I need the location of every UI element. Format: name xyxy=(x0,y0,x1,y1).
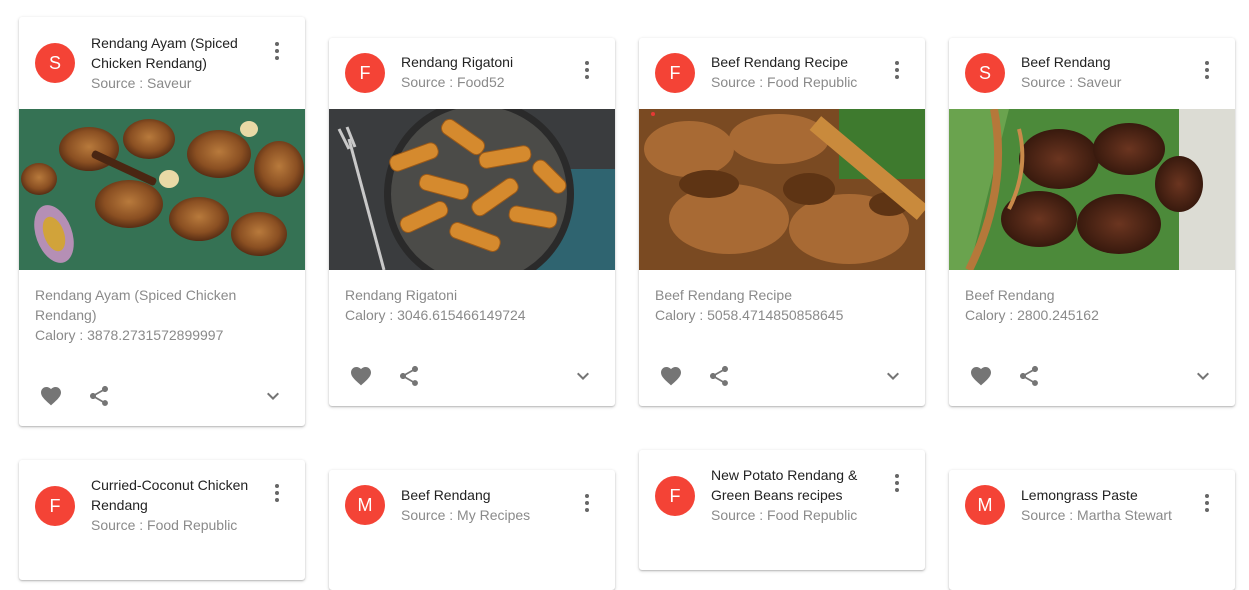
card-header: M Lemongrass Paste Source : Martha Stewa… xyxy=(949,470,1235,541)
indicator-dot xyxy=(651,112,655,116)
favorite-icon[interactable] xyxy=(349,364,373,388)
card-actions xyxy=(949,348,1235,406)
avatar: F xyxy=(655,53,695,93)
card-title: Beef Rendang xyxy=(1021,54,1111,70)
avatar: S xyxy=(35,43,75,83)
card-actions xyxy=(19,368,305,426)
avatar: F xyxy=(655,476,695,516)
favorite-icon[interactable] xyxy=(659,364,683,388)
recipe-calory: Calory : 3878.2731572899997 xyxy=(35,327,224,343)
card-actions xyxy=(639,348,925,406)
recipe-card: F New Potato Rendang & Green Beans recip… xyxy=(639,450,925,570)
card-header: S Rendang Ayam (Spiced Chicken Rendang) … xyxy=(19,17,305,109)
card-title: Lemongrass Paste xyxy=(1021,487,1138,503)
card-title: New Potato Rendang & Green Beans recipes xyxy=(711,467,858,503)
card-header: S Beef Rendang Source : Saveur xyxy=(949,38,1235,109)
favorite-icon[interactable] xyxy=(39,384,63,408)
card-title: Rendang Rigatoni xyxy=(401,54,514,70)
avatar: M xyxy=(345,485,385,525)
recipe-name: Beef Rendang xyxy=(965,287,1055,303)
card-source: Source : Martha Stewart xyxy=(1021,507,1172,523)
recipe-card: M Lemongrass Paste Source : Martha Stewa… xyxy=(949,470,1235,590)
more-vert-icon[interactable] xyxy=(271,42,283,64)
avatar: F xyxy=(345,53,385,93)
card-source: Source : Saveur xyxy=(1021,74,1122,90)
card-title: Beef Rendang Recipe xyxy=(711,54,848,70)
expand-more-icon[interactable] xyxy=(261,384,285,408)
share-icon[interactable] xyxy=(87,384,111,408)
card-title: Rendang Ayam (Spiced Chicken Rendang) xyxy=(91,35,238,71)
recipe-name: Beef Rendang Recipe xyxy=(655,287,792,303)
favorite-icon[interactable] xyxy=(969,364,993,388)
more-vert-icon[interactable] xyxy=(891,474,903,496)
avatar: F xyxy=(35,486,75,526)
card-content: Beef Rendang Calory : 2800.245162 xyxy=(949,270,1235,325)
avatar: S xyxy=(965,53,1005,93)
more-vert-icon[interactable] xyxy=(271,484,283,506)
more-vert-icon[interactable] xyxy=(581,494,593,516)
card-header: F Beef Rendang Recipe Source : Food Repu… xyxy=(639,38,925,109)
more-vert-icon[interactable] xyxy=(1201,494,1213,516)
card-source: Source : Saveur xyxy=(91,75,192,91)
recipe-calory: Calory : 5058.4714850858645 xyxy=(655,307,844,323)
recipe-name: Rendang Ayam (Spiced Chicken Rendang) xyxy=(35,287,237,323)
card-title: Beef Rendang xyxy=(401,487,491,503)
card-source: Source : Food Republic xyxy=(711,507,858,523)
recipe-card: S Beef Rendang Source : Saveur Beef Rend… xyxy=(949,38,1235,406)
card-header: F New Potato Rendang & Green Beans recip… xyxy=(639,450,925,542)
recipe-image xyxy=(329,109,615,270)
more-vert-icon[interactable] xyxy=(1201,61,1213,83)
recipe-name: Rendang Rigatoni xyxy=(345,287,458,303)
recipe-image xyxy=(19,109,305,270)
share-icon[interactable] xyxy=(1017,364,1041,388)
card-header: F Rendang Rigatoni Source : Food52 xyxy=(329,38,615,109)
expand-more-icon[interactable] xyxy=(881,364,905,388)
share-icon[interactable] xyxy=(397,364,421,388)
more-vert-icon[interactable] xyxy=(891,61,903,83)
recipe-image xyxy=(639,109,925,270)
recipe-calory: Calory : 3046.615466149724 xyxy=(345,307,526,323)
card-content: Beef Rendang Recipe Calory : 5058.471485… xyxy=(639,270,925,325)
recipe-card: F Beef Rendang Recipe Source : Food Repu… xyxy=(639,38,925,406)
recipe-calory: Calory : 2800.245162 xyxy=(965,307,1099,323)
expand-more-icon[interactable] xyxy=(571,364,595,388)
recipe-card: M Beef Rendang Source : My Recipes xyxy=(329,470,615,590)
card-content: Rendang Ayam (Spiced Chicken Rendang) Ca… xyxy=(19,270,305,345)
card-source: Source : Food52 xyxy=(401,74,505,90)
expand-more-icon[interactable] xyxy=(1191,364,1215,388)
card-header: F Curried-Coconut Chicken Rendang Source… xyxy=(19,460,305,552)
avatar: M xyxy=(965,485,1005,525)
more-vert-icon[interactable] xyxy=(581,61,593,83)
recipe-card: F Rendang Rigatoni Source : Food52 Renda… xyxy=(329,38,615,406)
recipe-card: S Rendang Ayam (Spiced Chicken Rendang) … xyxy=(19,17,305,426)
card-source: Source : Food Republic xyxy=(91,517,238,533)
card-actions xyxy=(329,348,615,406)
card-source: Source : Food Republic xyxy=(711,74,858,90)
card-source: Source : My Recipes xyxy=(401,507,531,523)
card-header: M Beef Rendang Source : My Recipes xyxy=(329,470,615,541)
card-title: Curried-Coconut Chicken Rendang xyxy=(91,477,249,513)
card-content: Rendang Rigatoni Calory : 3046.615466149… xyxy=(329,270,615,325)
recipe-image xyxy=(949,109,1235,270)
share-icon[interactable] xyxy=(707,364,731,388)
recipe-card: F Curried-Coconut Chicken Rendang Source… xyxy=(19,460,305,580)
